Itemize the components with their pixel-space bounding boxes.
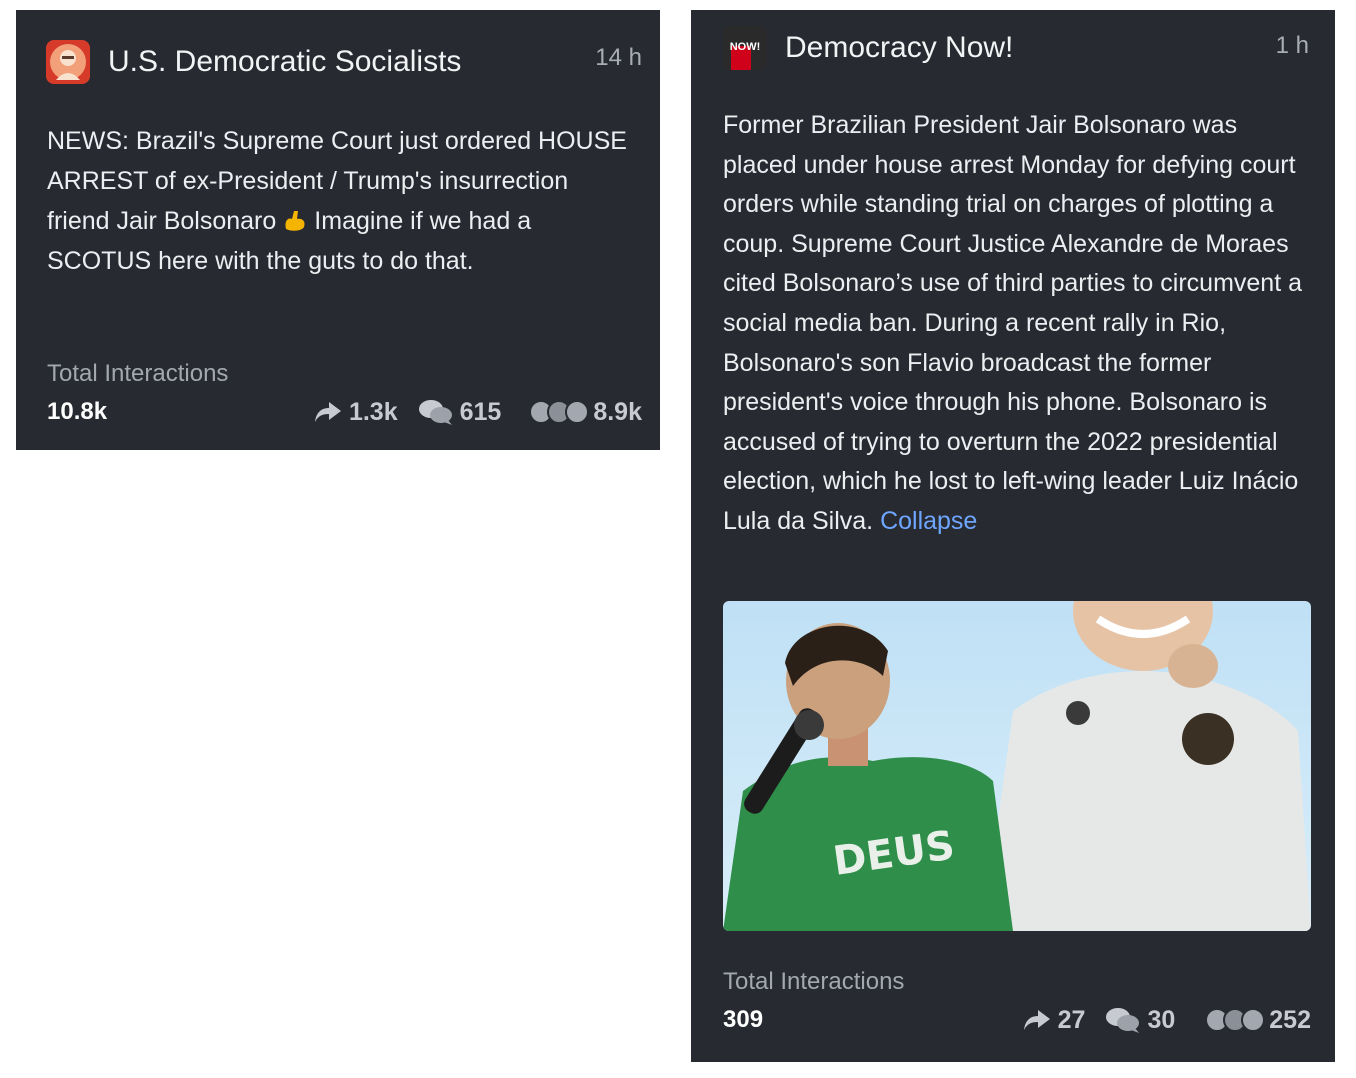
comments-count: 615 xyxy=(459,397,502,426)
comments-icon xyxy=(1106,1008,1140,1033)
reactions-icon xyxy=(1205,1008,1266,1032)
flexed-biceps-emoji xyxy=(282,205,308,231)
reactions-count: 252 xyxy=(1269,1005,1311,1034)
total-interactions-label: Total Interactions xyxy=(723,968,905,995)
democracy-now-logo-icon[interactable]: NOW! xyxy=(723,26,767,70)
post-body: Former Brazilian President Jair Bolsonar… xyxy=(723,111,1302,535)
reactions-stat[interactable]: 252 xyxy=(1205,1006,1311,1035)
post-card: NOW! Democracy Now! 1 h Former Brazilian… xyxy=(691,10,1335,1062)
reactions-icon xyxy=(529,400,590,424)
svg-text:NOW!: NOW! xyxy=(730,41,761,53)
comments-stat[interactable]: 30 xyxy=(1105,1006,1175,1035)
total-interactions-value: 10.8k xyxy=(47,398,108,425)
post-header: NOW! Democracy Now! xyxy=(723,26,1013,70)
interaction-stats: 1.3k 615 8.9k xyxy=(313,396,642,428)
share-icon xyxy=(1023,1010,1050,1030)
shares-stat[interactable]: 1.3k xyxy=(313,398,398,427)
comments-stat[interactable]: 615 xyxy=(418,397,502,427)
post-header: U.S. Democratic Socialists xyxy=(46,40,461,84)
source-name[interactable]: U.S. Democratic Socialists xyxy=(108,45,461,79)
red-portrait-avatar-icon[interactable] xyxy=(46,40,90,84)
post-time: 14 h xyxy=(595,44,642,71)
post-card: U.S. Democratic Socialists 14 h NEWS: Br… xyxy=(16,10,660,450)
reactions-stat[interactable]: 8.9k xyxy=(529,398,642,427)
source-name[interactable]: Democracy Now! xyxy=(785,31,1013,65)
interaction-stats: 27 30 252 xyxy=(1022,1004,1311,1036)
share-icon xyxy=(314,402,341,422)
total-interactions-value: 309 xyxy=(723,1006,764,1033)
collapse-link[interactable]: Collapse xyxy=(880,507,977,535)
reactions-count: 8.9k xyxy=(593,397,642,426)
post-photo[interactable]: DEUS xyxy=(723,601,1311,931)
post-text: NEWS: Brazil's Supreme Court just ordere… xyxy=(47,121,637,281)
post-time: 1 h xyxy=(1275,32,1309,59)
shares-stat[interactable]: 27 xyxy=(1022,1005,1086,1035)
total-interactions-label: Total Interactions xyxy=(47,360,229,387)
comments-icon xyxy=(418,400,452,425)
post-text: Former Brazilian President Jair Bolsonar… xyxy=(723,106,1313,542)
comments-count: 30 xyxy=(1147,1005,1176,1034)
shares-count: 1.3k xyxy=(348,397,398,426)
shares-count: 27 xyxy=(1057,1005,1086,1034)
